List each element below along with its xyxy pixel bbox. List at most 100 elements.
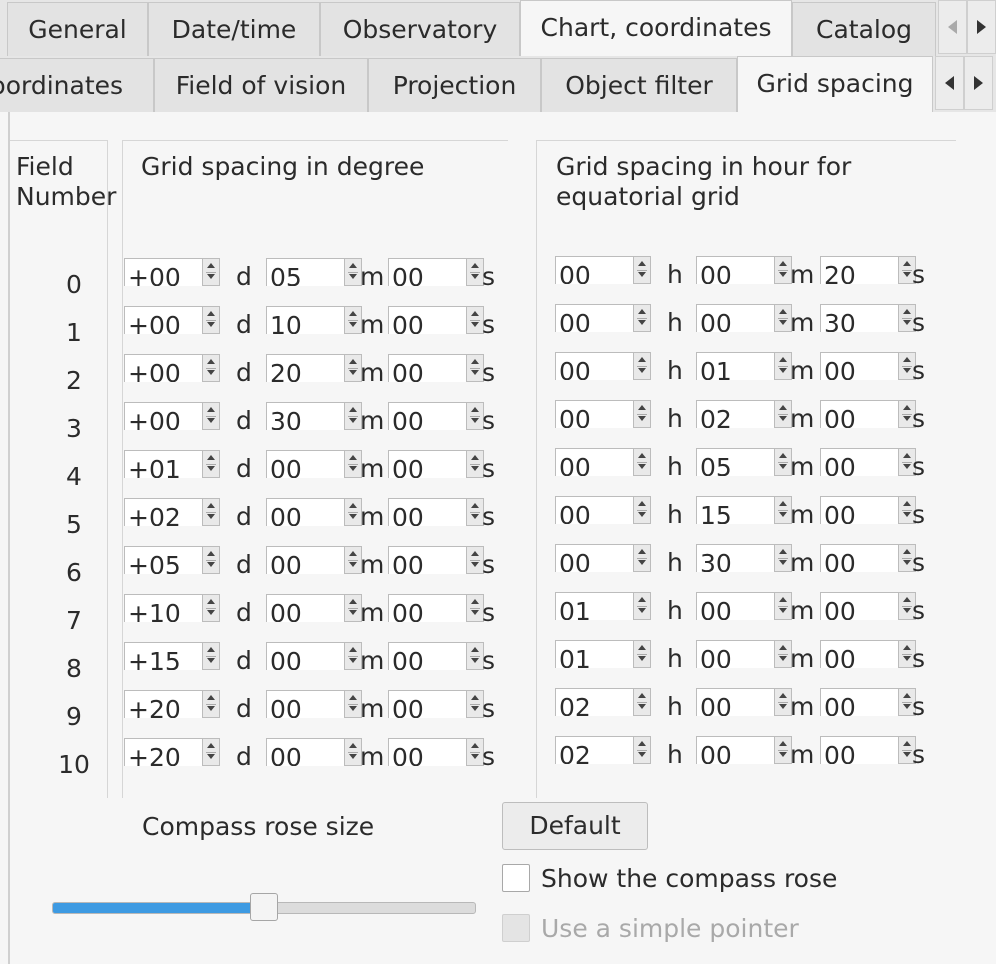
hour-second-value[interactable]: 00 <box>820 592 898 620</box>
spin-buttons[interactable] <box>633 304 651 332</box>
spin-up-icon[interactable] <box>207 503 215 508</box>
spin-up-icon[interactable] <box>471 359 479 364</box>
spin-up-icon[interactable] <box>779 741 787 746</box>
spin-down-icon[interactable] <box>349 562 357 567</box>
spin-buttons[interactable] <box>202 738 220 766</box>
degree-second-value[interactable]: 00 <box>388 498 466 526</box>
spin-down-icon[interactable] <box>471 370 479 375</box>
spin-down-icon[interactable] <box>638 416 646 421</box>
tab-catalog[interactable]: Catalog <box>792 2 936 56</box>
spin-up-icon[interactable] <box>471 263 479 268</box>
spin-down-icon[interactable] <box>779 704 787 709</box>
spin-up-icon[interactable] <box>779 645 787 650</box>
spin-up-icon[interactable] <box>903 405 911 410</box>
hour-spinner[interactable]: 00 <box>555 256 651 284</box>
spin-down-icon[interactable] <box>903 656 911 661</box>
scroll-tabs-right-button[interactable] <box>967 0 996 54</box>
slider-handle[interactable] <box>250 893 278 921</box>
spin-buttons[interactable] <box>633 352 651 380</box>
hour-value[interactable]: 00 <box>555 400 633 428</box>
spin-down-icon[interactable] <box>471 322 479 327</box>
spin-up-icon[interactable] <box>779 597 787 602</box>
degree-second-spinner[interactable]: 00 <box>388 738 484 766</box>
hour-value[interactable]: 00 <box>555 496 633 524</box>
spin-down-icon[interactable] <box>638 368 646 373</box>
spin-up-icon[interactable] <box>638 693 646 698</box>
hour-minute-value[interactable]: 05 <box>696 448 774 476</box>
hour-second-spinner[interactable]: 00 <box>820 352 916 380</box>
degree-minute-spinner[interactable]: 00 <box>266 594 362 622</box>
spin-down-icon[interactable] <box>779 272 787 277</box>
spin-up-icon[interactable] <box>779 357 787 362</box>
spin-buttons[interactable] <box>633 496 651 524</box>
spin-buttons[interactable] <box>202 354 220 382</box>
hour-second-spinner[interactable]: 20 <box>820 256 916 284</box>
degree-second-value[interactable]: 00 <box>388 546 466 574</box>
hour-minute-spinner[interactable]: 02 <box>696 400 792 428</box>
tab-field-of-vision[interactable]: Field of vision <box>154 58 368 112</box>
spin-down-icon[interactable] <box>779 416 787 421</box>
spin-buttons[interactable] <box>633 736 651 764</box>
hour-value[interactable]: 01 <box>555 640 633 668</box>
spin-buttons[interactable] <box>202 642 220 670</box>
spin-up-icon[interactable] <box>471 599 479 604</box>
degree-minute-spinner[interactable]: 00 <box>266 738 362 766</box>
hour-value[interactable]: 00 <box>555 448 633 476</box>
degree-value[interactable]: +02 <box>124 498 202 526</box>
spin-down-icon[interactable] <box>779 608 787 613</box>
hour-second-value[interactable]: 00 <box>820 400 898 428</box>
hour-minute-value[interactable]: 15 <box>696 496 774 524</box>
degree-spinner[interactable]: +00 <box>124 258 220 286</box>
hour-minute-value[interactable]: 00 <box>696 640 774 668</box>
degree-spinner[interactable]: +15 <box>124 642 220 670</box>
spin-up-icon[interactable] <box>638 357 646 362</box>
spin-up-icon[interactable] <box>779 501 787 506</box>
hour-second-spinner[interactable]: 00 <box>820 688 916 716</box>
spin-buttons[interactable] <box>633 256 651 284</box>
degree-second-value[interactable]: 00 <box>388 354 466 382</box>
degree-minute-value[interactable]: 00 <box>266 738 344 766</box>
degree-value[interactable]: +00 <box>124 402 202 430</box>
show-compass-checkbox[interactable] <box>502 864 530 892</box>
hour-spinner[interactable]: 00 <box>555 352 651 380</box>
hour-second-value[interactable]: 00 <box>820 448 898 476</box>
hour-minute-value[interactable]: 00 <box>696 736 774 764</box>
spin-down-icon[interactable] <box>207 610 215 615</box>
degree-spinner[interactable]: +00 <box>124 402 220 430</box>
hour-spinner[interactable]: 01 <box>555 640 651 668</box>
degree-minute-value[interactable]: 00 <box>266 594 344 622</box>
degree-second-value[interactable]: 00 <box>388 306 466 334</box>
hour-minute-spinner[interactable]: 00 <box>696 304 792 332</box>
spin-down-icon[interactable] <box>349 514 357 519</box>
degree-minute-spinner[interactable]: 20 <box>266 354 362 382</box>
spin-buttons[interactable] <box>202 546 220 574</box>
degree-spinner[interactable]: +20 <box>124 738 220 766</box>
degree-minute-spinner[interactable]: 00 <box>266 450 362 478</box>
hour-minute-spinner[interactable]: 01 <box>696 352 792 380</box>
scroll-subtabs-right-button[interactable] <box>964 56 993 110</box>
hour-minute-value[interactable]: 01 <box>696 352 774 380</box>
spin-buttons[interactable] <box>202 690 220 718</box>
degree-minute-value[interactable]: 20 <box>266 354 344 382</box>
spin-buttons[interactable] <box>202 594 220 622</box>
degree-second-spinner[interactable]: 00 <box>388 354 484 382</box>
spin-up-icon[interactable] <box>349 599 357 604</box>
spin-buttons[interactable] <box>202 258 220 286</box>
hour-minute-spinner[interactable]: 00 <box>696 688 792 716</box>
degree-second-value[interactable]: 00 <box>388 402 466 430</box>
spin-down-icon[interactable] <box>471 274 479 279</box>
hour-spinner[interactable]: 02 <box>555 688 651 716</box>
degree-second-spinner[interactable]: 00 <box>388 546 484 574</box>
spin-up-icon[interactable] <box>207 695 215 700</box>
spin-up-icon[interactable] <box>349 359 357 364</box>
hour-second-spinner[interactable]: 00 <box>820 400 916 428</box>
degree-minute-value[interactable]: 00 <box>266 642 344 670</box>
spin-up-icon[interactable] <box>349 407 357 412</box>
spin-down-icon[interactable] <box>471 754 479 759</box>
hour-second-spinner[interactable]: 00 <box>820 448 916 476</box>
hour-spinner[interactable]: 00 <box>555 400 651 428</box>
spin-down-icon[interactable] <box>349 418 357 423</box>
spin-down-icon[interactable] <box>638 560 646 565</box>
degree-value[interactable]: +20 <box>124 690 202 718</box>
spin-down-icon[interactable] <box>349 754 357 759</box>
